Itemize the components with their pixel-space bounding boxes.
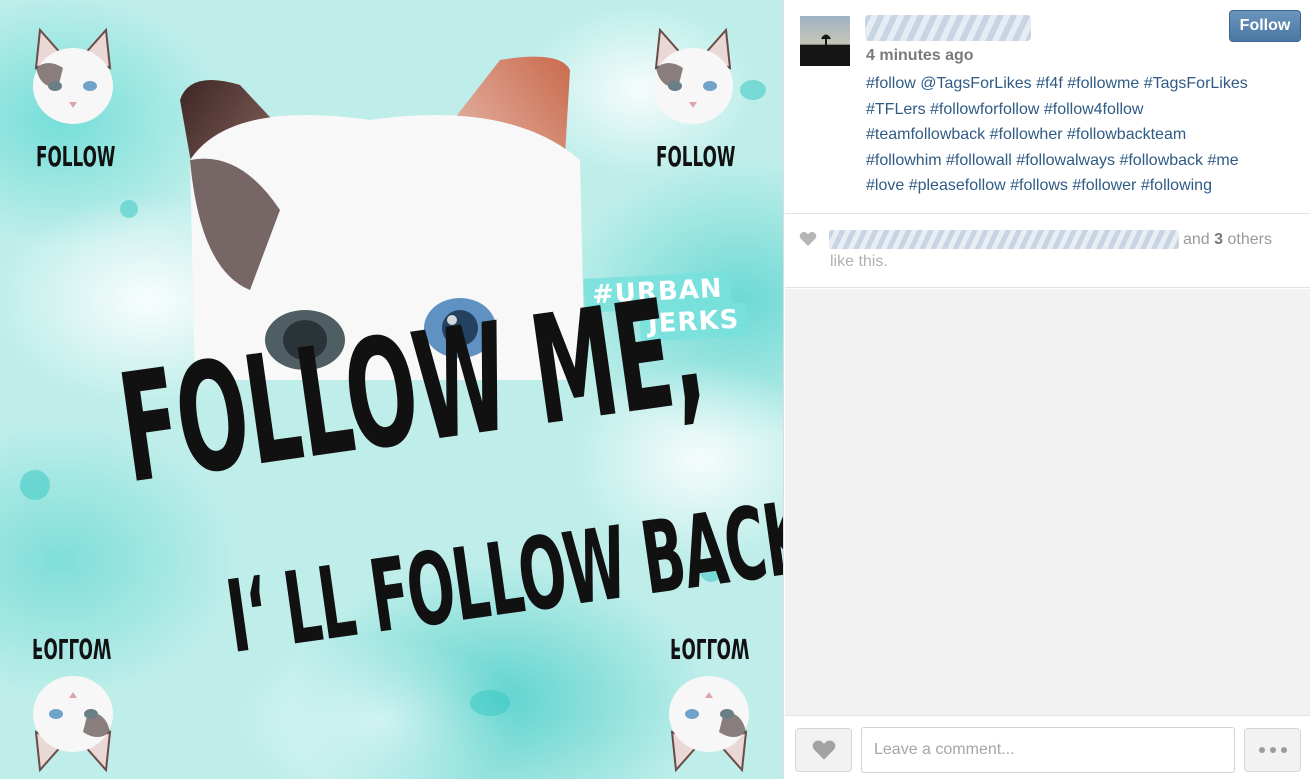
post-header: 4 minutes ago #follow @TagsForLikes #f4f… — [785, 0, 1310, 214]
splat — [120, 200, 138, 218]
cat-head-icon — [669, 676, 749, 772]
heart-icon — [799, 232, 817, 246]
heart-icon — [812, 740, 835, 760]
follow-button[interactable]: Follow — [1229, 10, 1301, 42]
caption-line[interactable]: #teamfollowback #followher #followbackte… — [866, 122, 1296, 148]
likes-line2: like this. — [830, 253, 888, 270]
caption-line[interactable]: #TFLers #followforfollow #follow4follow — [866, 97, 1296, 123]
ellipsis-icon — [1269, 747, 1276, 753]
corner-follow-label: FOLLOW — [36, 140, 116, 173]
corner-follow-label: FOLLOW — [656, 140, 736, 173]
post-timestamp: 4 minutes ago — [866, 47, 974, 64]
username-redacted[interactable] — [865, 15, 1031, 41]
avatar[interactable] — [800, 16, 850, 66]
caption-line[interactable]: #follow @TagsForLikes #f4f #followme #Ta… — [866, 71, 1296, 97]
splat — [470, 690, 510, 716]
post-caption: #follow @TagsForLikes #f4f #followme #Ta… — [866, 71, 1296, 199]
splat — [740, 80, 766, 100]
like-button[interactable] — [795, 728, 852, 772]
cat-head-icon — [33, 676, 113, 772]
post-photo[interactable]: FOLLOW FOLLOW FOLLOW FOLLOW #URBAN JERKS… — [0, 0, 784, 779]
likes-suffix: others — [1223, 231, 1272, 248]
sunset-tree-icon — [800, 34, 850, 66]
cat-head-icon — [33, 28, 113, 124]
ellipsis-icon — [1280, 747, 1287, 753]
likes-summary: and 3 others — [1183, 231, 1272, 249]
corner-follow-label-flipped: FOLLOW — [32, 632, 112, 665]
comments-area — [785, 289, 1310, 715]
comment-bar — [785, 715, 1310, 779]
splat — [20, 470, 50, 500]
corner-follow-label-flipped: FOLLOW — [670, 632, 750, 665]
more-options-button[interactable] — [1244, 728, 1301, 772]
likes-section: and 3 others like this. — [785, 215, 1310, 288]
likers-redacted[interactable] — [829, 230, 1179, 249]
cat-head-icon — [653, 28, 733, 124]
post-sidebar: 4 minutes ago #follow @TagsForLikes #f4f… — [785, 0, 1310, 779]
comment-input[interactable] — [861, 727, 1235, 773]
caption-line[interactable]: #followhim #followall #followalways #fol… — [866, 148, 1296, 174]
ellipsis-icon — [1258, 747, 1265, 753]
caption-line[interactable]: #love #pleasefollow #follows #follower #… — [866, 173, 1296, 199]
likes-prefix: and — [1183, 231, 1215, 248]
likes-count[interactable]: 3 — [1214, 231, 1223, 248]
